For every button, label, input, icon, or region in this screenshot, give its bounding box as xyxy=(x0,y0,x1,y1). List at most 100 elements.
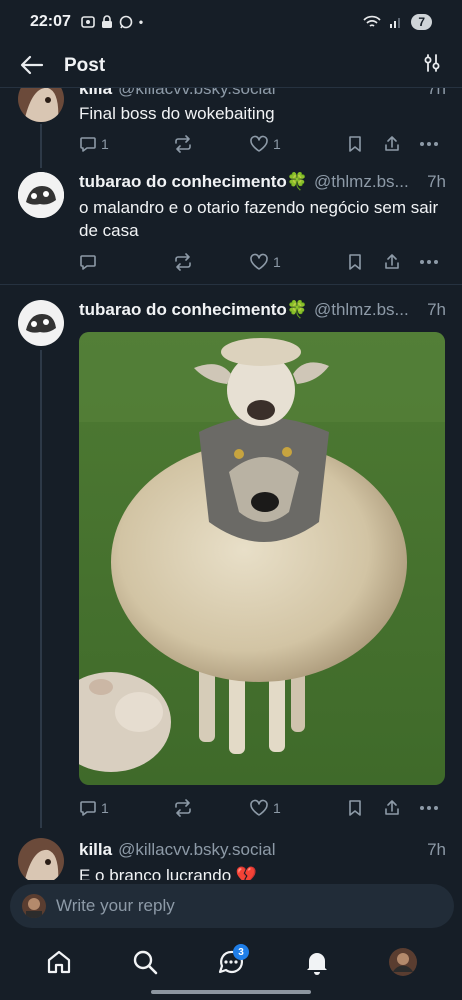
more-button[interactable] xyxy=(419,141,445,147)
more-button[interactable] xyxy=(419,259,445,265)
signal-icon xyxy=(390,18,401,28)
notification-icons: • xyxy=(81,15,143,29)
bottom-nav: 3 xyxy=(0,934,462,990)
search-icon xyxy=(133,950,158,975)
avatar xyxy=(22,894,46,918)
reply-button[interactable]: 1 xyxy=(79,799,173,817)
thread-feed[interactable]: killa @killacvv.bsky.social 7h Final bos… xyxy=(0,88,462,880)
bookmark-icon xyxy=(349,136,361,152)
nav-profile[interactable] xyxy=(381,940,425,984)
post-header: tubarao do conhecimento🍀 @thlmz.bs... 7h xyxy=(79,300,446,320)
avatar-image xyxy=(18,172,64,218)
more-icon xyxy=(420,806,438,810)
post-time: 7h xyxy=(427,300,446,319)
reply-composer[interactable]: Write your reply xyxy=(10,884,454,928)
bell-icon xyxy=(307,953,327,975)
avatar-image xyxy=(18,88,64,122)
bookmark-button[interactable] xyxy=(347,135,383,153)
gesture-bar[interactable] xyxy=(151,990,311,994)
share-button[interactable] xyxy=(383,253,419,271)
bookmark-button[interactable] xyxy=(347,799,383,817)
top-bar: Post xyxy=(0,44,462,88)
chat-badge: 3 xyxy=(233,944,249,960)
repost-icon xyxy=(175,253,191,271)
author-name[interactable]: tubarao do conhecimento🍀 xyxy=(79,172,308,192)
more-button[interactable] xyxy=(419,805,445,811)
screen-record-icon xyxy=(81,16,95,28)
like-button[interactable]: 1 xyxy=(249,253,347,271)
post-time: 7h xyxy=(427,840,446,859)
author-name[interactable]: tubarao do conhecimento🍀 xyxy=(79,300,308,320)
author-handle[interactable]: @thlmz.bs... xyxy=(314,172,421,192)
thread-connector xyxy=(40,350,42,828)
reply-count: 1 xyxy=(101,136,109,152)
whatsapp-icon xyxy=(119,15,133,29)
post-header: killa @killacvv.bsky.social 7h xyxy=(79,840,446,860)
share-button[interactable] xyxy=(383,135,419,153)
post-actions: 1 xyxy=(79,250,445,274)
nav-home[interactable] xyxy=(37,940,81,984)
reply-count: 1 xyxy=(101,800,109,816)
post-text: E o branco lucrando 💔 xyxy=(79,866,258,880)
repost-button[interactable] xyxy=(173,253,249,271)
repost-icon xyxy=(175,135,191,153)
battery-indicator: 7 xyxy=(411,14,432,30)
post-header: killa @killacvv.bsky.social 7h xyxy=(79,88,446,99)
dot-icon: • xyxy=(138,15,144,29)
post-image[interactable] xyxy=(79,332,445,785)
heart-icon xyxy=(250,135,268,152)
author-name[interactable]: killa xyxy=(79,840,112,860)
repost-icon xyxy=(175,799,191,817)
post-actions: 1 1 xyxy=(79,796,445,820)
back-button[interactable] xyxy=(20,53,44,79)
author-handle[interactable]: @thlmz.bs... xyxy=(314,300,421,320)
author-name[interactable]: killa xyxy=(79,88,112,99)
author-handle[interactable]: @killacvv.bsky.social xyxy=(118,88,421,99)
thread-post[interactable]: tubarao do conhecimento🍀 @thlmz.bs... 7h… xyxy=(0,166,462,284)
reply-button[interactable]: 1 xyxy=(79,135,173,153)
author-handle[interactable]: @killacvv.bsky.social xyxy=(118,840,421,860)
thread-settings-button[interactable] xyxy=(422,53,442,78)
profile-avatar-icon xyxy=(389,948,417,976)
like-button[interactable]: 1 xyxy=(249,135,347,153)
post-actions: 1 1 xyxy=(79,132,445,156)
nav-notifications[interactable] xyxy=(295,940,339,984)
post-time: 7h xyxy=(427,88,446,98)
page-title: Post xyxy=(64,54,106,76)
avatar[interactable] xyxy=(18,838,64,880)
thread-post[interactable]: killa @killacvv.bsky.social 7h Final bos… xyxy=(0,88,462,168)
like-button[interactable]: 1 xyxy=(249,799,347,817)
heart-icon xyxy=(250,253,268,270)
bookmark-icon xyxy=(349,800,361,816)
heart-icon xyxy=(250,799,268,816)
status-bar: 22:07 • 7 xyxy=(0,0,462,44)
avatar[interactable] xyxy=(18,300,64,346)
share-button[interactable] xyxy=(383,799,419,817)
comment-icon xyxy=(80,137,96,152)
thread-connector xyxy=(40,124,42,168)
comment-icon xyxy=(80,801,96,816)
reply-button[interactable] xyxy=(79,253,173,271)
more-icon xyxy=(420,260,438,264)
wolf-in-sheep-clothing-image xyxy=(79,332,445,785)
repost-button[interactable] xyxy=(173,799,249,817)
post-time: 7h xyxy=(427,172,446,191)
avatar-image xyxy=(18,300,64,346)
repost-button[interactable] xyxy=(173,135,249,153)
avatar[interactable] xyxy=(18,172,64,218)
like-count: 1 xyxy=(273,800,281,816)
thread-post[interactable]: killa @killacvv.bsky.social 7h E o branc… xyxy=(0,824,462,880)
nav-search[interactable] xyxy=(123,940,167,984)
arrow-left-icon xyxy=(20,55,44,74)
clock: 22:07 xyxy=(30,13,71,30)
comment-icon xyxy=(80,255,96,270)
avatar[interactable] xyxy=(18,88,64,122)
lock-icon xyxy=(101,15,112,28)
bookmark-button[interactable] xyxy=(347,253,383,271)
nav-chat[interactable]: 3 xyxy=(209,940,253,984)
bookmark-icon xyxy=(349,254,361,270)
post-text: o malandro e o otario fazendo negócio se… xyxy=(79,198,439,240)
like-count: 1 xyxy=(273,254,281,270)
home-icon xyxy=(47,950,71,974)
like-count: 1 xyxy=(273,136,281,152)
